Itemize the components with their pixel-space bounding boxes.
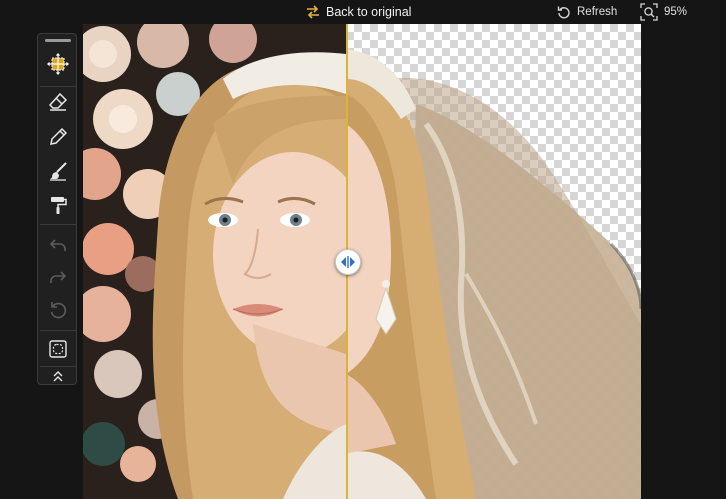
move-icon bbox=[47, 53, 69, 75]
tool-panel bbox=[37, 33, 77, 385]
refresh-label: Refresh bbox=[577, 6, 618, 18]
refresh-icon bbox=[557, 6, 570, 19]
paint-roller-icon bbox=[51, 197, 67, 214]
double-chevron-up-icon bbox=[53, 371, 63, 382]
zoom-control[interactable]: 95% bbox=[640, 2, 687, 22]
original-photo bbox=[83, 24, 346, 499]
cutout-photo bbox=[346, 49, 641, 499]
fill-roller-tool-button[interactable] bbox=[42, 190, 74, 220]
paintbrush-icon bbox=[50, 162, 67, 181]
pencil-brush-icon bbox=[50, 127, 68, 145]
undo-icon bbox=[49, 239, 66, 251]
split-arrows-icon bbox=[341, 256, 355, 268]
drag-handle[interactable] bbox=[45, 39, 71, 42]
move-tool-button[interactable] bbox=[42, 49, 74, 79]
select-area-tool-button[interactable] bbox=[42, 334, 74, 364]
eraser-icon bbox=[48, 92, 68, 111]
redo-button[interactable] bbox=[42, 262, 74, 292]
reset-icon bbox=[50, 302, 67, 319]
zoom-level: 95% bbox=[664, 6, 688, 18]
restore-brush-tool-button[interactable] bbox=[42, 156, 74, 186]
back-to-original-label: Back to original bbox=[326, 5, 412, 19]
collapse-toolbar-button[interactable] bbox=[42, 367, 74, 385]
refresh-button[interactable]: Refresh bbox=[557, 3, 617, 21]
undo-button[interactable] bbox=[42, 230, 74, 260]
back-to-original-button[interactable]: Back to original bbox=[306, 3, 411, 21]
eraser-tool-button[interactable] bbox=[42, 87, 74, 117]
background-removed-half bbox=[346, 24, 641, 499]
toolbar-divider bbox=[40, 330, 76, 331]
reset-button[interactable] bbox=[42, 295, 74, 325]
toolbar-divider bbox=[40, 224, 76, 225]
original-image-half bbox=[83, 24, 346, 499]
image-canvas[interactable] bbox=[83, 24, 641, 499]
redo-icon bbox=[50, 271, 67, 283]
top-bar: Back to original Refresh 95% bbox=[0, 0, 726, 24]
compare-slider-handle[interactable] bbox=[335, 249, 361, 275]
zoom-icon bbox=[640, 3, 658, 21]
brush-tool-button[interactable] bbox=[42, 122, 74, 152]
compare-arrows-icon bbox=[307, 5, 319, 19]
selection-icon bbox=[49, 340, 67, 358]
